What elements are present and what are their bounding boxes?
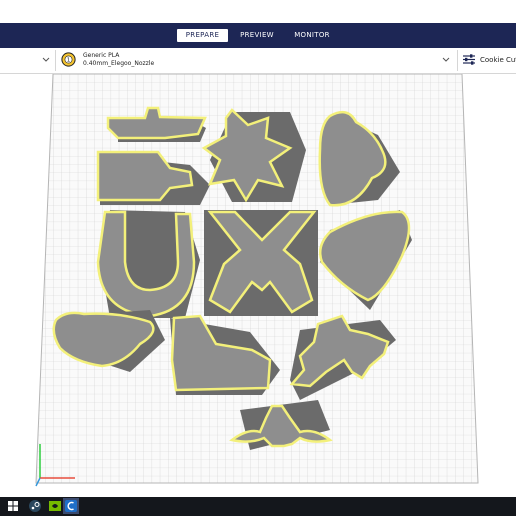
3d-viewport[interactable] [0, 74, 516, 497]
print-setup-toolbar: 1 Generic PLA 0.40mm_Elegoo_Nozzle Cooki… [0, 48, 516, 74]
printer-dropdown-chevron-down-icon[interactable] [41, 54, 51, 66]
model-crossed-pistols[interactable] [204, 210, 318, 316]
material-name-label[interactable]: Generic PLA [83, 52, 119, 59]
material-spool-icon[interactable]: 1 [61, 52, 76, 67]
print-profile-label[interactable]: Cookie Cutte [480, 56, 516, 64]
nvidia-icon[interactable] [48, 499, 62, 513]
os-taskbar [0, 497, 516, 516]
nozzle-name-label[interactable]: 0.40mm_Elegoo_Nozzle [83, 60, 154, 67]
toolbar-divider [55, 50, 56, 71]
steam-icon[interactable] [28, 499, 42, 513]
top-spacer [0, 0, 516, 23]
stage-header: PREPARE PREVIEW MONITOR [0, 23, 516, 48]
model-horseshoe[interactable] [96, 210, 200, 318]
cura-app-icon[interactable] [63, 498, 79, 514]
tab-prepare[interactable]: PREPARE [177, 29, 228, 42]
toolbar-divider [457, 50, 458, 71]
windows-icon[interactable] [6, 499, 20, 513]
settings-sliders-icon[interactable] [462, 53, 476, 66]
tab-preview[interactable]: PREVIEW [236, 29, 278, 42]
svg-text:1: 1 [67, 58, 71, 64]
material-dropdown-chevron-down-icon[interactable] [441, 54, 451, 66]
tab-monitor[interactable]: MONITOR [288, 29, 336, 42]
